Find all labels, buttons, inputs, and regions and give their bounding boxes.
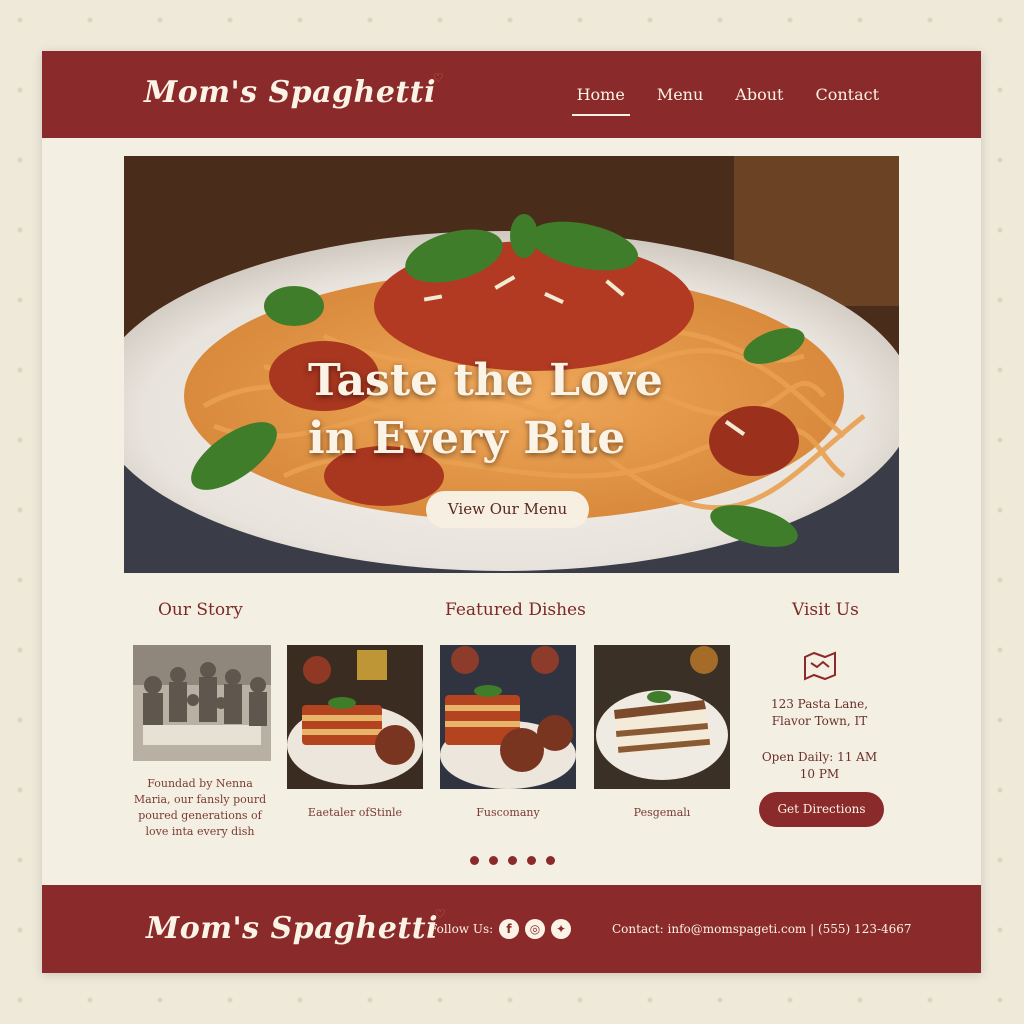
hours-line1: Open Daily: 11 AM — [761, 750, 878, 764]
view-menu-button[interactable]: View Our Menu — [426, 491, 589, 528]
heart-icon: ♡ — [434, 907, 447, 921]
follow-us-label: Follow Us: — [429, 922, 494, 936]
twitter-icon[interactable]: ✦ — [551, 919, 571, 939]
visit-us-title: Visit Us — [792, 600, 859, 620]
get-directions-button[interactable]: Get Directions — [759, 792, 884, 827]
hero-title-line2: in Every Bite — [308, 413, 626, 464]
footer-logo-text: Mom's Spaghetti — [146, 911, 439, 946]
instagram-icon[interactable]: ◎ — [525, 919, 545, 939]
facebook-icon[interactable]: f — [499, 919, 519, 939]
nav-contact[interactable]: Contact — [815, 85, 879, 116]
opening-hours: Open Daily: 11 AM 10 PM — [757, 749, 882, 783]
heart-icon: ♡ — [432, 71, 445, 85]
social-links: f ◎ ✦ — [499, 919, 571, 939]
hours-line2: 10 PM — [799, 767, 840, 781]
contact-info: Contact: info@momspageti.com | (555) 123… — [612, 922, 912, 936]
dish-caption-3: Pesgemalı — [633, 806, 691, 819]
hero-banner: Taste the Love in Every Bite View Our Me… — [124, 156, 899, 573]
carousel-dot[interactable] — [527, 856, 536, 865]
main-nav: Home Menu About Contact — [571, 85, 879, 116]
page-card: Mom's Spaghetti ♡ Home Menu About Contac… — [42, 51, 981, 973]
logo-text: Mom's Spaghetti — [144, 75, 437, 110]
dish-image-3[interactable] — [594, 645, 730, 789]
dish-image-1[interactable] — [287, 645, 423, 789]
carousel-dot[interactable] — [470, 856, 479, 865]
dish-caption-2: Fuscomany — [476, 806, 540, 819]
carousel-dot[interactable] — [546, 856, 555, 865]
family-dinner-image — [133, 645, 271, 761]
nav-menu[interactable]: Menu — [657, 85, 703, 116]
site-header: Mom's Spaghetti ♡ Home Menu About Contac… — [42, 51, 981, 138]
carousel-dot[interactable] — [508, 856, 517, 865]
address: 123 Pasta Lane, Flavor Town, IT — [757, 696, 882, 730]
dish-caption-1: Eaetaler ofStinle — [307, 806, 403, 819]
carousel-dot[interactable] — [489, 856, 498, 865]
carousel-dots — [470, 856, 555, 865]
footer-logo[interactable]: Mom's Spaghetti ♡ — [146, 907, 446, 946]
story-text: Foundad by Nenna Maria, our fansly pourd… — [133, 777, 267, 838]
our-story-title: Our Story — [158, 600, 243, 620]
dish-image-2[interactable] — [440, 645, 576, 789]
site-footer: Mom's Spaghetti ♡ Follow Us: f ◎ ✦ Conta… — [42, 885, 981, 973]
site-logo[interactable]: Mom's Spaghetti ♡ — [144, 71, 444, 110]
address-line1: 123 Pasta Lane, — [770, 697, 869, 711]
nav-about[interactable]: About — [735, 85, 783, 116]
nav-home[interactable]: Home — [571, 85, 631, 116]
address-line2: Flavor Town, IT — [771, 714, 868, 728]
featured-dishes-title: Featured Dishes — [445, 600, 586, 620]
hero-title-line1: Taste the Love — [308, 355, 663, 406]
hero-title: Taste the Love in Every Bite — [308, 352, 728, 468]
map-icon — [804, 651, 836, 681]
